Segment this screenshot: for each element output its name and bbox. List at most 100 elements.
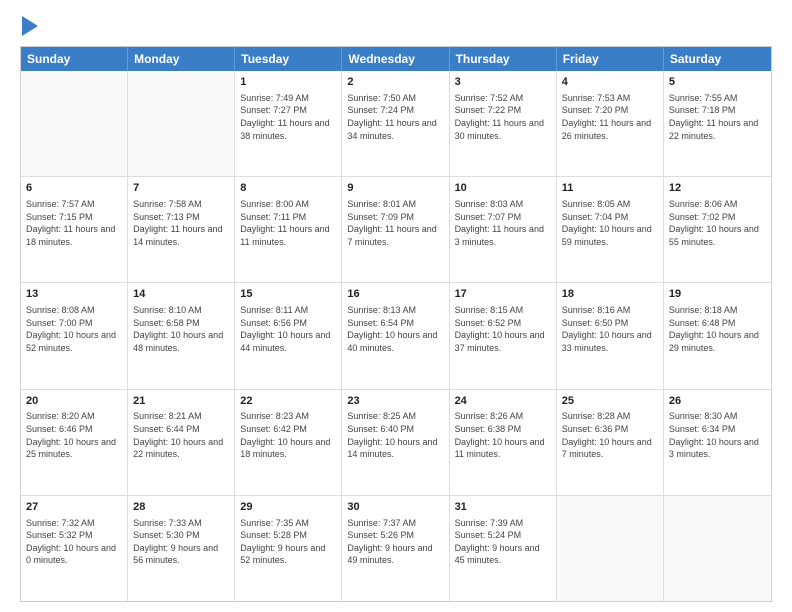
logo-arrow-icon: [22, 16, 38, 36]
calendar-cell-w3-d2: 14 Sunrise: 8:10 AM Sunset: 6:58 PM Dayli…: [128, 283, 235, 388]
header-day-wednesday: Wednesday: [342, 47, 449, 71]
logo: [20, 16, 38, 36]
calendar-cell-w2-d3: 8 Sunrise: 8:00 AM Sunset: 7:11 PM Daylig…: [235, 177, 342, 282]
calendar-cell-w5-d6: [557, 496, 664, 601]
day-number: 14: [133, 287, 229, 302]
day-info: Sunrise: 7:57 AM Sunset: 7:15 PM Dayligh…: [26, 198, 122, 248]
calendar-cell-w3-d4: 16 Sunrise: 8:13 AM Sunset: 6:54 PM Dayli…: [342, 283, 449, 388]
calendar-cell-w3-d7: 19 Sunrise: 8:18 AM Sunset: 6:48 PM Dayli…: [664, 283, 771, 388]
day-number: 2: [347, 75, 443, 90]
day-number: 4: [562, 75, 658, 90]
day-number: 6: [26, 181, 122, 196]
calendar-cell-w3-d5: 17 Sunrise: 8:15 AM Sunset: 6:52 PM Dayli…: [450, 283, 557, 388]
day-info: Sunrise: 8:15 AM Sunset: 6:52 PM Dayligh…: [455, 304, 551, 354]
day-number: 29: [240, 500, 336, 515]
day-number: 8: [240, 181, 336, 196]
calendar-cell-w1-d1: [21, 71, 128, 176]
header-day-thursday: Thursday: [450, 47, 557, 71]
calendar-cell-w2-d4: 9 Sunrise: 8:01 AM Sunset: 7:09 PM Daylig…: [342, 177, 449, 282]
day-info: Sunrise: 8:11 AM Sunset: 6:56 PM Dayligh…: [240, 304, 336, 354]
day-info: Sunrise: 8:16 AM Sunset: 6:50 PM Dayligh…: [562, 304, 658, 354]
calendar-cell-w5-d5: 31Sunrise: 7:39 AM Sunset: 5:24 PM Dayli…: [450, 496, 557, 601]
day-number: 7: [133, 181, 229, 196]
day-number: 15: [240, 287, 336, 302]
calendar-body: 1Sunrise: 7:49 AM Sunset: 7:27 PM Daylig…: [21, 71, 771, 601]
calendar-cell-w4-d6: 25Sunrise: 8:28 AM Sunset: 6:36 PM Dayli…: [557, 390, 664, 495]
day-info: Sunrise: 8:26 AM Sunset: 6:38 PM Dayligh…: [455, 410, 551, 460]
calendar-cell-w4-d4: 23Sunrise: 8:25 AM Sunset: 6:40 PM Dayli…: [342, 390, 449, 495]
calendar-cell-w2-d5: 10 Sunrise: 8:03 AM Sunset: 7:07 PM Dayli…: [450, 177, 557, 282]
calendar-cell-w1-d7: 5 Sunrise: 7:55 AM Sunset: 7:18 PM Daylig…: [664, 71, 771, 176]
day-info: Sunrise: 8:00 AM Sunset: 7:11 PM Dayligh…: [240, 198, 336, 248]
calendar: SundayMondayTuesdayWednesdayThursdayFrid…: [20, 46, 772, 602]
calendar-cell-w1-d5: 3 Sunrise: 7:52 AM Sunset: 7:22 PM Daylig…: [450, 71, 557, 176]
day-number: 1: [240, 75, 336, 90]
calendar-cell-w2-d1: 6 Sunrise: 7:57 AM Sunset: 7:15 PM Daylig…: [21, 177, 128, 282]
day-info: Sunrise: 8:18 AM Sunset: 6:48 PM Dayligh…: [669, 304, 766, 354]
day-number: 19: [669, 287, 766, 302]
day-info: Sunrise: 8:13 AM Sunset: 6:54 PM Dayligh…: [347, 304, 443, 354]
calendar-cell-w3-d6: 18 Sunrise: 8:16 AM Sunset: 6:50 PM Dayli…: [557, 283, 664, 388]
day-number: 20: [26, 394, 122, 409]
calendar-row-5: 27Sunrise: 7:32 AM Sunset: 5:32 PM Dayli…: [21, 496, 771, 601]
calendar-row-4: 20Sunrise: 8:20 AM Sunset: 6:46 PM Dayli…: [21, 390, 771, 496]
day-info: Sunrise: 7:53 AM Sunset: 7:20 PM Dayligh…: [562, 92, 658, 142]
day-info: Sunrise: 8:06 AM Sunset: 7:02 PM Dayligh…: [669, 198, 766, 248]
day-number: 3: [455, 75, 551, 90]
day-info: Sunrise: 8:25 AM Sunset: 6:40 PM Dayligh…: [347, 410, 443, 460]
day-info: Sunrise: 7:50 AM Sunset: 7:24 PM Dayligh…: [347, 92, 443, 142]
day-info: Sunrise: 7:58 AM Sunset: 7:13 PM Dayligh…: [133, 198, 229, 248]
day-number: 16: [347, 287, 443, 302]
calendar-cell-w4-d5: 24Sunrise: 8:26 AM Sunset: 6:38 PM Dayli…: [450, 390, 557, 495]
calendar-cell-w5-d7: [664, 496, 771, 601]
calendar-row-1: 1Sunrise: 7:49 AM Sunset: 7:27 PM Daylig…: [21, 71, 771, 177]
calendar-header: SundayMondayTuesdayWednesdayThursdayFrid…: [21, 47, 771, 71]
day-info: Sunrise: 8:01 AM Sunset: 7:09 PM Dayligh…: [347, 198, 443, 248]
day-info: Sunrise: 8:10 AM Sunset: 6:58 PM Dayligh…: [133, 304, 229, 354]
calendar-cell-w1-d4: 2 Sunrise: 7:50 AM Sunset: 7:24 PM Daylig…: [342, 71, 449, 176]
day-number: 25: [562, 394, 658, 409]
day-number: 22: [240, 394, 336, 409]
day-info: Sunrise: 7:37 AM Sunset: 5:26 PM Dayligh…: [347, 517, 443, 567]
day-info: Sunrise: 8:08 AM Sunset: 7:00 PM Dayligh…: [26, 304, 122, 354]
day-number: 11: [562, 181, 658, 196]
calendar-cell-w5-d3: 29 Sunrise: 7:35 AM Sunset: 5:28 PM Dayli…: [235, 496, 342, 601]
calendar-cell-w4-d7: 26Sunrise: 8:30 AM Sunset: 6:34 PM Dayli…: [664, 390, 771, 495]
calendar-cell-w5-d1: 27Sunrise: 7:32 AM Sunset: 5:32 PM Dayli…: [21, 496, 128, 601]
day-number: 28: [133, 500, 229, 515]
day-info: Sunrise: 8:20 AM Sunset: 6:46 PM Dayligh…: [26, 410, 122, 460]
day-number: 10: [455, 181, 551, 196]
day-info: Sunrise: 7:35 AM Sunset: 5:28 PM Dayligh…: [240, 517, 336, 567]
header: [20, 16, 772, 36]
day-number: 18: [562, 287, 658, 302]
day-number: 26: [669, 394, 766, 409]
day-info: Sunrise: 7:33 AM Sunset: 5:30 PM Dayligh…: [133, 517, 229, 567]
calendar-cell-w3-d1: 13 Sunrise: 8:08 AM Sunset: 7:00 PM Dayli…: [21, 283, 128, 388]
header-day-monday: Monday: [128, 47, 235, 71]
header-day-sunday: Sunday: [21, 47, 128, 71]
calendar-cell-w4-d3: 22Sunrise: 8:23 AM Sunset: 6:42 PM Dayli…: [235, 390, 342, 495]
day-info: Sunrise: 8:30 AM Sunset: 6:34 PM Dayligh…: [669, 410, 766, 460]
header-day-friday: Friday: [557, 47, 664, 71]
calendar-cell-w5-d4: 30Sunrise: 7:37 AM Sunset: 5:26 PM Dayli…: [342, 496, 449, 601]
day-info: Sunrise: 7:55 AM Sunset: 7:18 PM Dayligh…: [669, 92, 766, 142]
calendar-cell-w1-d3: 1Sunrise: 7:49 AM Sunset: 7:27 PM Daylig…: [235, 71, 342, 176]
calendar-cell-w2-d2: 7 Sunrise: 7:58 AM Sunset: 7:13 PM Daylig…: [128, 177, 235, 282]
calendar-cell-w4-d2: 21Sunrise: 8:21 AM Sunset: 6:44 PM Dayli…: [128, 390, 235, 495]
calendar-cell-w2-d6: 11Sunrise: 8:05 AM Sunset: 7:04 PM Dayli…: [557, 177, 664, 282]
day-info: Sunrise: 7:52 AM Sunset: 7:22 PM Dayligh…: [455, 92, 551, 142]
day-number: 24: [455, 394, 551, 409]
day-number: 13: [26, 287, 122, 302]
calendar-row-3: 13 Sunrise: 8:08 AM Sunset: 7:00 PM Dayli…: [21, 283, 771, 389]
day-number: 17: [455, 287, 551, 302]
day-number: 23: [347, 394, 443, 409]
calendar-cell-w2-d7: 12Sunrise: 8:06 AM Sunset: 7:02 PM Dayli…: [664, 177, 771, 282]
day-info: Sunrise: 8:03 AM Sunset: 7:07 PM Dayligh…: [455, 198, 551, 248]
day-number: 5: [669, 75, 766, 90]
day-info: Sunrise: 7:39 AM Sunset: 5:24 PM Dayligh…: [455, 517, 551, 567]
header-day-tuesday: Tuesday: [235, 47, 342, 71]
calendar-cell-w3-d3: 15 Sunrise: 8:11 AM Sunset: 6:56 PM Dayli…: [235, 283, 342, 388]
calendar-row-2: 6 Sunrise: 7:57 AM Sunset: 7:15 PM Daylig…: [21, 177, 771, 283]
calendar-cell-w4-d1: 20Sunrise: 8:20 AM Sunset: 6:46 PM Dayli…: [21, 390, 128, 495]
day-number: 9: [347, 181, 443, 196]
